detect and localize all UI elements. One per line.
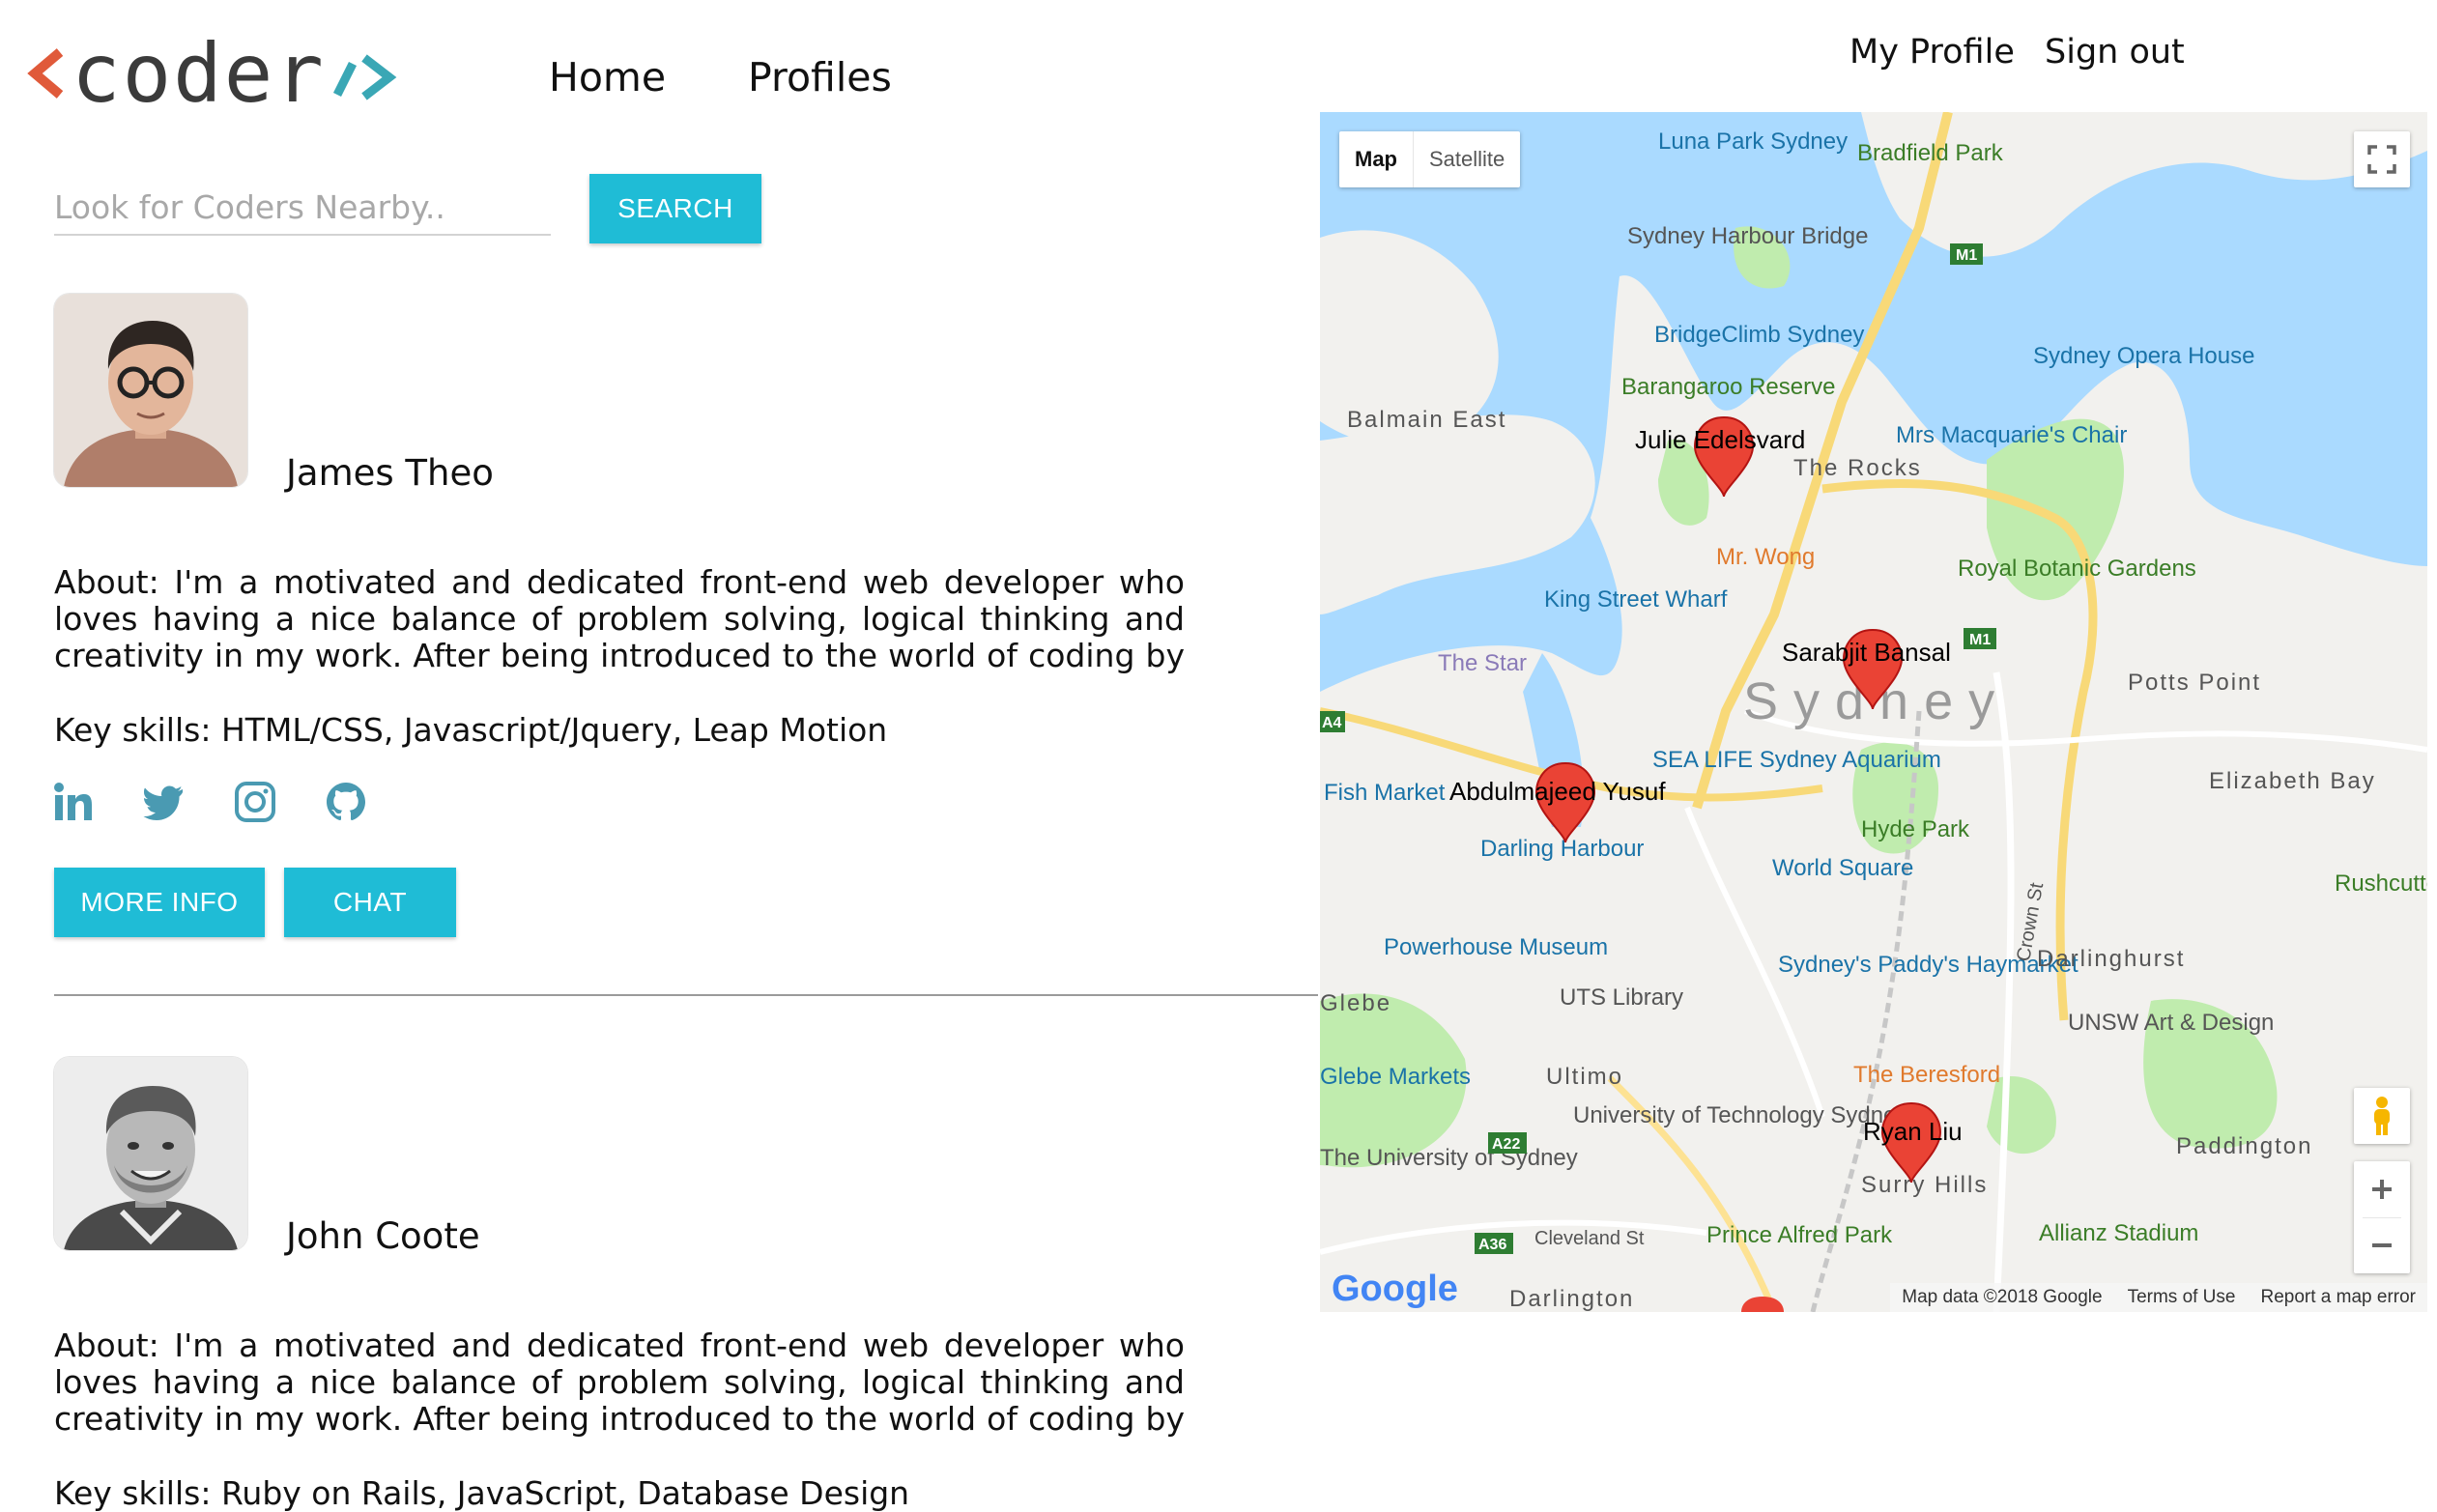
google-logo[interactable]: Google [1332,1268,1458,1309]
about-text: I'm a motivated and dedicated front-end … [54,1327,1185,1438]
map-place-label: Hyde Park [1861,816,1970,842]
map-place-label: Powerhouse Museum [1384,934,1608,960]
map-type-satellite-option[interactable]: Satellite [1413,131,1520,187]
terms-link[interactable]: Terms of Use [2128,1287,2236,1308]
zoom-control[interactable] [2354,1161,2410,1273]
skills-label: Key skills: [54,1474,212,1512]
map-place-label: Bradfield Park [1857,140,2004,166]
map-place-label: The Rocks [1793,455,1922,481]
map-place-label: SEA LIFE Sydney Aquarium [1652,747,1941,773]
map-place-label: Glebe [1320,990,1391,1016]
search-button[interactable]: SEARCH [589,174,761,243]
avatar-james-theo [54,294,247,487]
plus-icon [2372,1179,2392,1199]
map-place-label: Paddington [2176,1133,2312,1159]
map-place-label: Mrs Macquarie's Chair [1896,422,2127,448]
nav-sign-out-link[interactable]: Sign out [2045,33,2185,71]
map-place-label: The University of Sydney [1320,1145,1578,1171]
coder-logo[interactable]: coder [27,25,401,122]
map-place-label: Potts Point [2128,670,2261,696]
marker-label: Ryan Liu [1863,1117,1963,1146]
map-place-label: Ultimo [1546,1064,1623,1090]
linkedin-icon[interactable] [52,781,95,823]
map-place-label: Darling Harbour [1480,836,1644,862]
map-place-label: Mr. Wong [1716,544,1815,570]
map-place-label: The Star [1438,650,1527,676]
road-badge: M1 [1969,632,1991,648]
map-attribution: Map data ©2018 Google Terms of Use Repor… [1890,1283,2427,1312]
profile-about: About: I'm a motivated and dedicated fro… [54,1327,1185,1438]
profile-divider [54,994,1318,996]
map-place-label: Sydney Harbour Bridge [1627,223,1868,249]
map-place-label: UNSW Art & Design [2068,1010,2274,1036]
road-badge: A4 [1322,715,1342,731]
marker-label: Sarabjit Bansal [1782,638,1951,667]
chat-button[interactable]: CHAT [284,868,456,937]
road-badge: M1 [1956,247,1977,264]
map-place-label: BridgeClimb Sydney [1654,322,1864,348]
map-place-label: Allianz Stadium [2039,1220,2198,1246]
profile-skills: Key skills: HTML/CSS, Javascript/Jquery,… [54,711,887,749]
report-error-link[interactable]: Report a map error [2260,1287,2416,1308]
logo-right-code-icon [332,54,397,100]
map-place-label: Sydney Opera House [2033,343,2254,369]
map-place-label: Cleveland St [1534,1228,1645,1249]
map-place-label: King Street Wharf [1544,586,1728,613]
zoom-in-button[interactable] [2363,1161,2401,1218]
map-place-label: University of Technology Sydney [1573,1102,1907,1128]
google-logo-text: Google [1332,1268,1458,1309]
logo-left-chevron-icon [27,48,64,99]
map-place-label: Barangaroo Reserve [1621,374,1835,400]
map-place-label: Surry Hills [1861,1172,1988,1198]
profile-about: About: I'm a motivated and dedicated fro… [54,564,1185,674]
instagram-icon[interactable] [234,781,276,823]
profile-name: John Coote [286,1215,480,1257]
map-place-label: Elizabeth Bay [2209,768,2376,794]
map-place-label: The Beresford [1853,1062,2000,1088]
map-place-label: Balmain East [1347,407,1506,433]
nav-my-profile-link[interactable]: My Profile [1849,33,2015,71]
about-label: About: [54,564,159,601]
map-type-control[interactable]: Map Satellite [1339,131,1521,187]
zoom-out-button[interactable] [2370,1218,2394,1274]
map-place-label: World Square [1772,855,1913,881]
street-view-button[interactable] [2354,1088,2410,1144]
twitter-icon[interactable] [143,781,186,823]
map-place-label: UTS Library [1560,984,1683,1011]
map-place-label: Glebe Markets [1320,1064,1471,1090]
logo-text: coder [72,26,326,121]
skills-label: Key skills: [54,711,212,749]
map-place-label: Royal Botanic Gardens [1958,556,2196,582]
map-place-label: Darlington [1509,1286,1634,1312]
fullscreen-button[interactable] [2354,131,2410,187]
marker-label: Abdulmajeed Yusuf [1449,777,1666,806]
road-badge: A36 [1478,1237,1506,1253]
map-type-map-option[interactable]: Map [1339,131,1413,187]
map-place-label: Prince Alfred Park [1706,1222,1893,1248]
map-data-text: Map data ©2018 Google [1902,1287,2103,1307]
fullscreen-icon [2367,145,2396,174]
marker-label: Julie Edelsvard [1635,425,1805,454]
map-place-label: Fish Market [1324,780,1446,806]
coders-map[interactable]: Luna Park Sydney Bradfield Park Sydney H… [1320,112,2427,1312]
minus-icon [2372,1243,2392,1248]
about-label: About: [54,1327,159,1364]
more-info-button[interactable]: MORE INFO [54,868,265,937]
nav-profiles-link[interactable]: Profiles [748,54,892,100]
search-input[interactable] [54,180,551,236]
skills-text: Ruby on Rails, JavaScript, Database Desi… [220,1474,910,1512]
map-place-label: Luna Park Sydney [1658,128,1848,155]
nav-home-link[interactable]: Home [549,54,666,100]
map-place-label: Darlinghurst [2037,946,2185,972]
map-canvas[interactable]: Luna Park Sydney Bradfield Park Sydney H… [1320,112,2427,1312]
skills-text: HTML/CSS, Javascript/Jquery, Leap Motion [220,711,888,749]
profile-skills: Key skills: Ruby on Rails, JavaScript, D… [54,1474,909,1512]
profile-name: James Theo [286,452,494,494]
pegman-icon [2374,1097,2390,1135]
avatar-john-coote [54,1057,247,1250]
road-badge: A22 [1492,1136,1520,1153]
map-place-label: Rushcutters Bay Park [2335,870,2427,897]
github-icon[interactable] [325,781,367,823]
about-text: I'm a motivated and dedicated front-end … [54,564,1185,674]
